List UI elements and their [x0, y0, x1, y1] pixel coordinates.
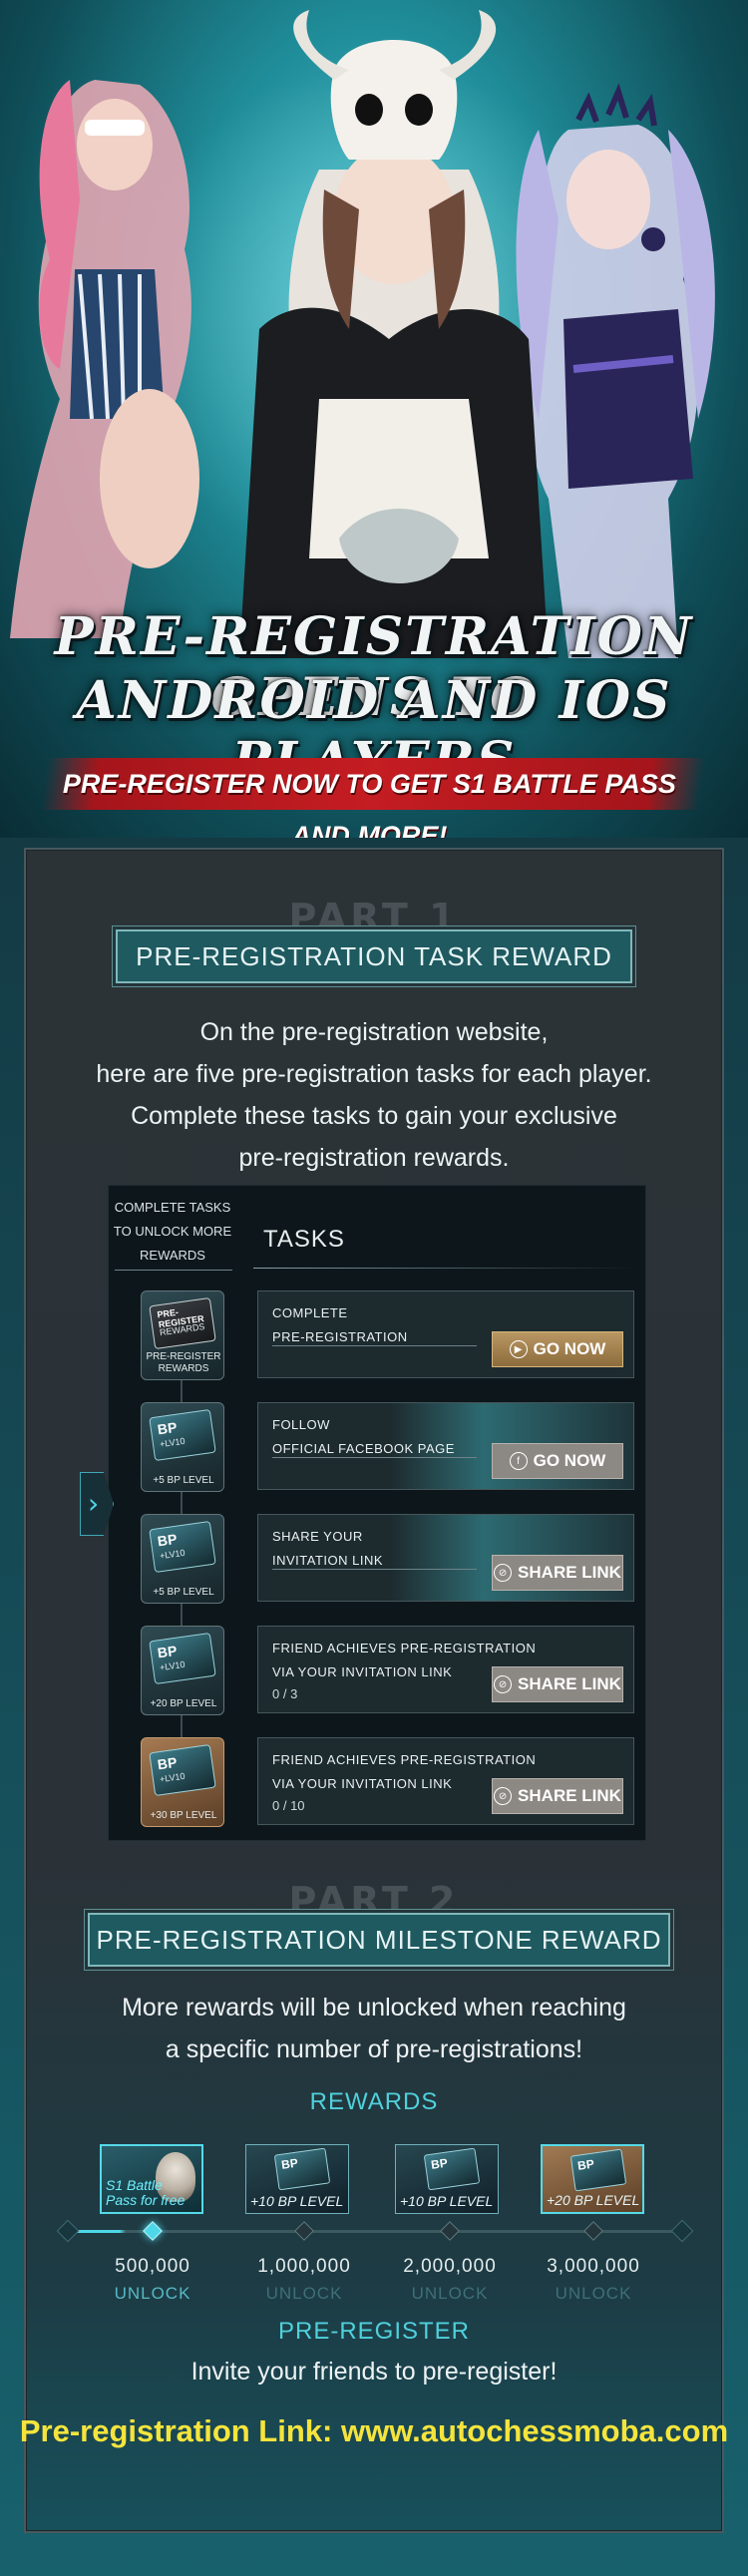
task-card: SHARE YOUR INVITATION LINK ⊘ SHARE LINK [257, 1514, 634, 1602]
task-card: FRIEND ACHIEVES PRE-REGISTRATION VIA YOU… [257, 1626, 634, 1713]
ticket-icon: PRE-REGISTER REWARDS [149, 1296, 216, 1350]
task-reward-icon: BP +LV10 +20 BP LEVEL [141, 1626, 224, 1715]
ticket-icon: BP +LV10 [149, 1632, 216, 1685]
pre-registration-link-line: Pre-registration Link: www.autochessmoba… [19, 2413, 729, 2448]
task-description: SHARE YOUR INVITATION LINK [272, 1529, 384, 1568]
milestone-unlock-label: UNLOCK [265, 2284, 343, 2303]
milestone-reward-icon: BP +10 BP LEVEL [245, 2144, 349, 2214]
part-1-title: PRE-REGISTRATION TASK REWARD [116, 929, 632, 983]
milestone-reward-icon: S1 Battle Pass for free [100, 2144, 203, 2214]
milestone-count: 500,000 [115, 2256, 190, 2277]
task-reward-icon: BP +LV10 +5 BP LEVEL [141, 1514, 224, 1604]
task-card: FRIEND ACHIEVES PRE-REGISTRATION VIA YOU… [257, 1737, 634, 1825]
task-card: COMPLETE PRE-REGISTRATION ▶ GO NOW [257, 1290, 634, 1378]
part-2-description: More rewards will be unlocked when reach… [122, 1994, 626, 2063]
task-description: COMPLETE PRE-REGISTRATION [272, 1305, 408, 1344]
hero-promo-banner: PRE-REGISTER NOW TO GET S1 BATTLE PASS A… [40, 758, 706, 838]
milestone-count: 3,000,000 [547, 2256, 640, 2277]
task-reward-icon: BP +LV10 +5 BP LEVEL [141, 1402, 224, 1492]
share-link-button[interactable]: ⊘ SHARE LINK [492, 1555, 623, 1591]
hero-banner: PRE-REGISTRATION OPENS TO ANDROID AND IO… [0, 0, 748, 838]
part-2-title: PRE-REGISTRATION MILESTONE REWARD [88, 1913, 670, 1967]
share-link-button[interactable]: ⊘ SHARE LINK [492, 1778, 623, 1814]
task-progress: 0 / 3 [272, 1686, 298, 1701]
go-now-button[interactable]: ▶ GO NOW [492, 1331, 623, 1367]
task-reward-icon: PRE-REGISTER REWARDS PRE-REGISTER REWARDS [141, 1290, 224, 1380]
part-1-description: On the pre-registration website, here ar… [96, 1018, 652, 1172]
pre-register-label: PRE-REGISTER [277, 2318, 471, 2345]
rewards-label: REWARDS [309, 2088, 439, 2115]
ticket-icon: BP [569, 2148, 627, 2192]
milestone-unlock-label: UNLOCK [555, 2284, 632, 2303]
milestone-reward-icon: BP +20 BP LEVEL [541, 2144, 644, 2214]
character-center-illustration [239, 10, 549, 658]
facebook-icon: f [509, 1452, 528, 1470]
task-progress: 0 / 10 [272, 1798, 305, 1813]
task-description: FOLLOW OFFICIAL FACEBOOK PAGE [272, 1417, 455, 1456]
milestone-unlock-label: UNLOCK [114, 2284, 191, 2303]
ticket-icon: BP +LV10 [149, 1408, 216, 1462]
milestone-count: 1,000,000 [257, 2256, 351, 2277]
ticket-icon: BP [423, 2147, 481, 2191]
hero-promo-text: PRE-REGISTER NOW TO GET S1 BATTLE PASS A… [62, 769, 676, 838]
milestone-count: 2,000,000 [403, 2256, 497, 2277]
sidebar-label: COMPLETE TASKS TO UNLOCK MORE REWARDS [113, 1200, 232, 1263]
chevron-right-icon: › [88, 1487, 100, 1520]
share-icon: ⊘ [494, 1675, 513, 1693]
play-icon: ▶ [509, 1340, 528, 1358]
share-link-button[interactable]: ⊘ SHARE LINK [492, 1666, 623, 1702]
ticket-icon: BP [273, 2147, 331, 2191]
invite-text: Invite your friends to pre-register! [190, 2358, 558, 2386]
milestone-reward-icon: BP +10 BP LEVEL [395, 2144, 499, 2214]
pre-registration-link[interactable]: www.autochessmoba.com [341, 2413, 728, 2448]
task-card: FOLLOW OFFICIAL FACEBOOK PAGE f GO NOW [257, 1402, 634, 1490]
share-icon: ⊘ [494, 1564, 513, 1582]
tasks-header: TASKS [263, 1226, 345, 1253]
ticket-icon: BP +LV10 [149, 1743, 216, 1797]
share-icon: ⊘ [494, 1787, 513, 1805]
go-now-button[interactable]: f GO NOW [492, 1443, 623, 1479]
ticket-icon: BP +LV10 [149, 1520, 216, 1574]
task-reward-icon: BP +LV10 +30 BP LEVEL [141, 1737, 224, 1827]
milestone-unlock-label: UNLOCK [411, 2284, 489, 2303]
